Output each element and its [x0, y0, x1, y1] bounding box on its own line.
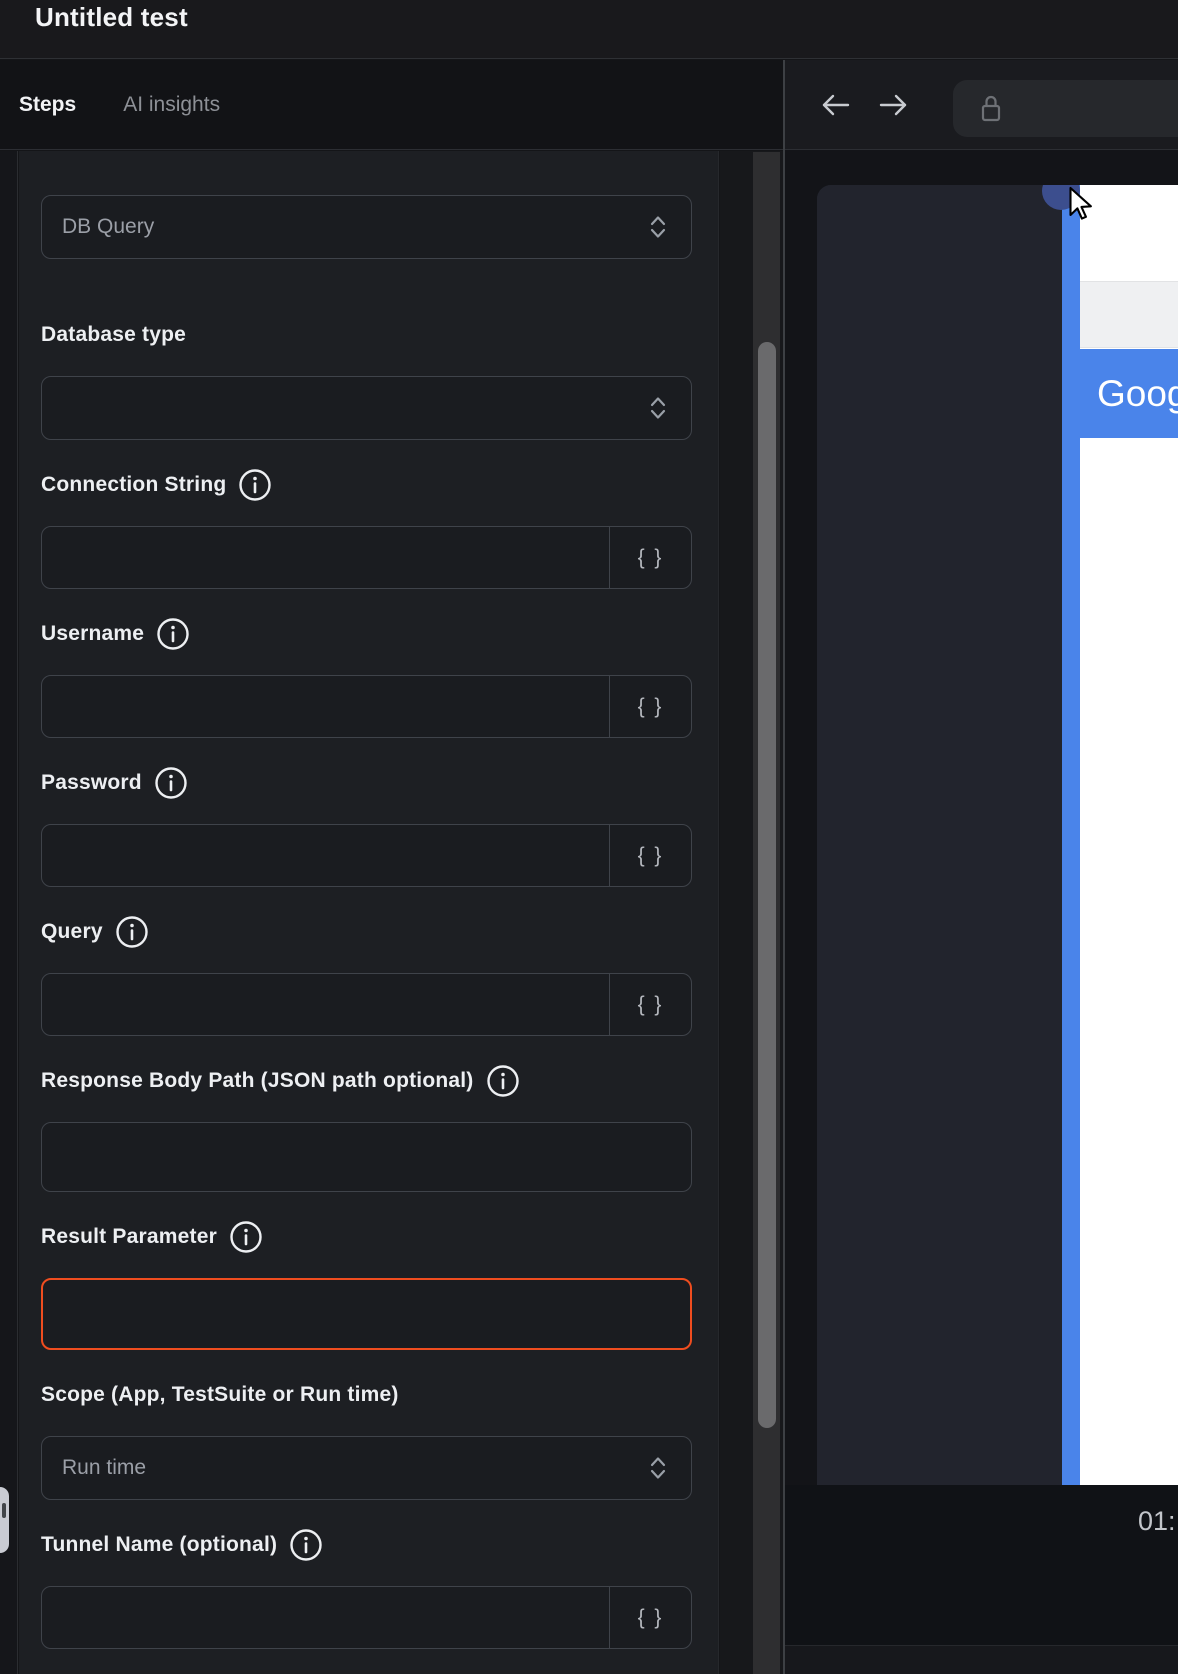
- database-type-label: Database type: [41, 321, 692, 349]
- step-type-select[interactable]: DB Query: [41, 195, 692, 259]
- remote-screen-viewport[interactable]: Goog: [785, 151, 1178, 1485]
- result-parameter-label: Result Parameter: [41, 1223, 692, 1251]
- database-type-select[interactable]: [41, 376, 692, 440]
- curly-braces-icon: { }: [638, 695, 664, 719]
- response-body-path-label: Response Body Path (JSON path optional): [41, 1067, 692, 1095]
- elapsed-time: 01:: [1138, 1506, 1176, 1537]
- mouse-pointer-icon: [1063, 185, 1099, 221]
- page-gray-band: [1080, 281, 1178, 348]
- bottom-strip: [785, 1645, 1178, 1674]
- form-scroll-gutter: [720, 151, 783, 1674]
- curly-braces-icon: { }: [638, 1606, 664, 1630]
- insert-variable-button[interactable]: { }: [609, 1587, 691, 1648]
- username-input[interactable]: [42, 676, 609, 737]
- info-icon[interactable]: [115, 915, 149, 949]
- tunnel-name-input[interactable]: [42, 1587, 609, 1648]
- expand-panel-handle[interactable]: [0, 1487, 9, 1553]
- page-title: Untitled test: [35, 2, 188, 33]
- info-icon[interactable]: [289, 1528, 323, 1562]
- info-icon[interactable]: [156, 617, 190, 651]
- connection-string-label: Connection String: [41, 471, 692, 499]
- page-screenshot: Goog: [817, 185, 1178, 1485]
- chevron-up-down-icon: [649, 394, 667, 422]
- connection-string-input[interactable]: [42, 527, 609, 588]
- query-field: { }: [41, 973, 692, 1036]
- chevron-up-down-icon: [649, 1454, 667, 1482]
- scope-select[interactable]: Run time: [41, 1436, 692, 1500]
- page-white-region: Goog: [1080, 185, 1178, 1485]
- response-body-path-input[interactable]: [42, 1123, 691, 1191]
- insert-variable-button[interactable]: { }: [609, 527, 691, 588]
- query-input[interactable]: [42, 974, 609, 1035]
- back-arrow-icon[interactable]: [820, 92, 852, 118]
- tab-ai-insights[interactable]: AI insights: [123, 93, 220, 117]
- step-settings-panel: DB Query Database type Connection String…: [19, 151, 719, 1674]
- browser-preview-panel: Goog 01:: [785, 60, 1178, 1674]
- password-label: Password: [41, 769, 692, 797]
- result-parameter-field: [41, 1278, 692, 1350]
- page-dark-region: [817, 185, 1062, 1485]
- query-label: Query: [41, 918, 692, 946]
- insert-variable-button[interactable]: { }: [609, 974, 691, 1035]
- address-bar[interactable]: [953, 80, 1178, 137]
- page-blue-strip: [1062, 185, 1080, 1485]
- page-blue-block: Goog: [1080, 349, 1178, 438]
- timeline-bar: 01:: [785, 1485, 1178, 1645]
- info-icon[interactable]: [229, 1220, 263, 1254]
- curly-braces-icon: { }: [638, 546, 664, 570]
- scrollbar-thumb[interactable]: [758, 342, 776, 1428]
- browser-toolbar: [785, 60, 1178, 150]
- response-body-path-field: [41, 1122, 692, 1192]
- username-label: Username: [41, 620, 692, 648]
- connection-string-field: { }: [41, 526, 692, 589]
- tunnel-name-field: { }: [41, 1586, 692, 1649]
- info-icon[interactable]: [238, 468, 272, 502]
- drawer-handle-icon: [2, 1503, 6, 1518]
- page-text: Goog: [1097, 349, 1178, 438]
- lock-icon: [979, 93, 1003, 124]
- curly-braces-icon: { }: [638, 993, 664, 1017]
- insert-variable-button[interactable]: { }: [609, 825, 691, 886]
- scope-label: Scope (App, TestSuite or Run time): [41, 1381, 692, 1409]
- app-header: Untitled test: [0, 0, 1178, 59]
- step-type-value: DB Query: [62, 215, 154, 239]
- tunnel-name-label: Tunnel Name (optional): [41, 1531, 692, 1559]
- password-input[interactable]: [42, 825, 609, 886]
- tab-steps[interactable]: Steps: [19, 93, 76, 117]
- username-field: { }: [41, 675, 692, 738]
- curly-braces-icon: { }: [638, 844, 664, 868]
- left-tabs-row: Steps AI insights: [0, 60, 783, 150]
- password-field: { }: [41, 824, 692, 887]
- chevron-up-down-icon: [649, 213, 667, 241]
- scope-value: Run time: [62, 1456, 146, 1480]
- info-icon[interactable]: [154, 766, 188, 800]
- forward-arrow-icon[interactable]: [877, 92, 909, 118]
- info-icon[interactable]: [486, 1064, 520, 1098]
- insert-variable-button[interactable]: { }: [609, 676, 691, 737]
- collapsed-left-rail: [0, 151, 18, 1674]
- result-parameter-input[interactable]: [43, 1280, 690, 1348]
